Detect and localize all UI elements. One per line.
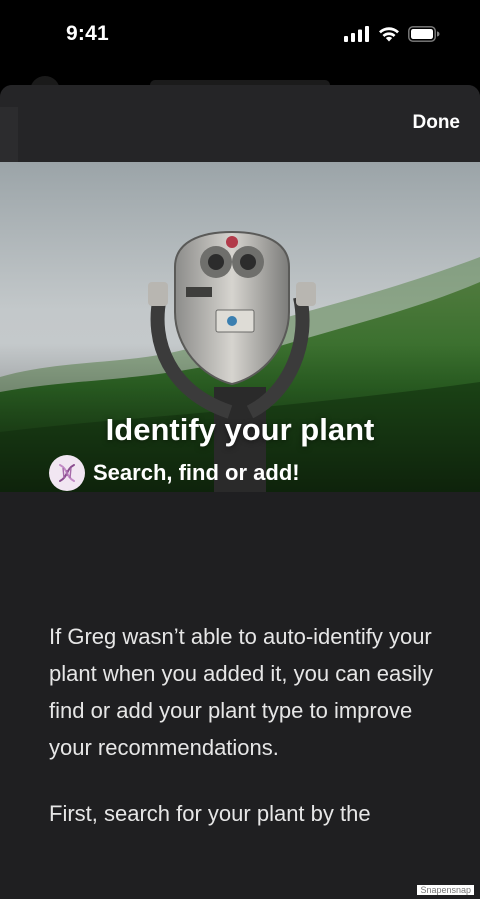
dna-icon [49, 455, 85, 491]
done-button[interactable]: Done [413, 112, 461, 134]
wifi-icon [379, 27, 399, 42]
status-icons [344, 26, 440, 42]
hero-image: Identify your plant [0, 162, 480, 492]
cellular-signal-icon [344, 26, 369, 42]
body-paragraph: First, search for your plant by the [49, 801, 371, 826]
body-paragraph: If Greg wasn’t able to auto-identify you… [49, 624, 434, 760]
watermark: Snapensnap [417, 885, 474, 895]
status-time: 9:41 [66, 22, 109, 45]
sheet-nav-bar: Done [0, 85, 480, 162]
status-bar: 9:41 [0, 0, 480, 72]
hero-title: Identify your plant [105, 412, 375, 447]
modal-sheet: Done Identify your plant Search, find or… [0, 85, 480, 899]
body-text: If Greg wasn’t able to auto-identify you… [49, 618, 449, 861]
battery-icon [408, 26, 440, 42]
section-title: Search, find or add! [93, 460, 300, 485]
sheet-edge [0, 107, 18, 162]
section-header: Search, find or add! [49, 455, 300, 491]
